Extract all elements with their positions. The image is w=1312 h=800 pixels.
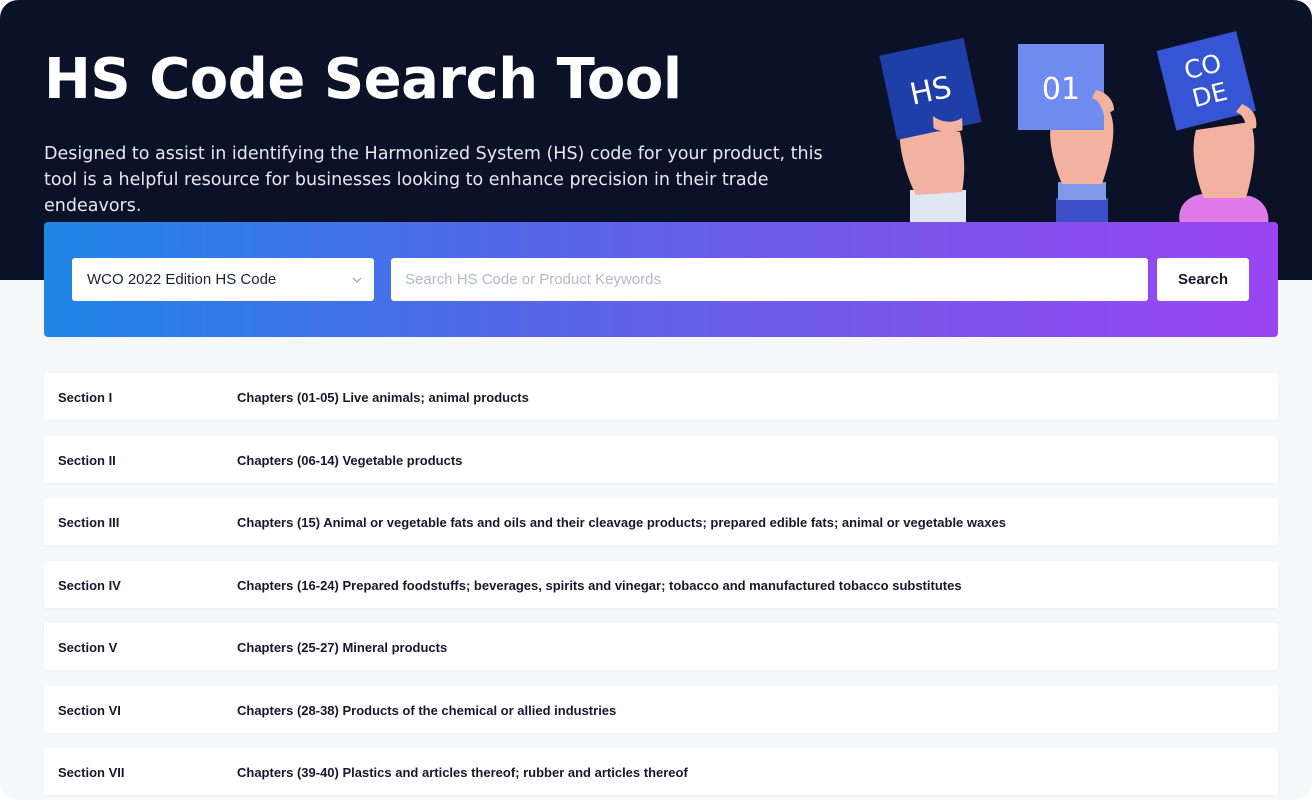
section-label: Section VII xyxy=(58,765,125,780)
section-row-iii[interactable]: Section III Chapters (15) Animal or vege… xyxy=(44,498,1278,545)
section-row-i[interactable]: Section I Chapters (01-05) Live animals;… xyxy=(44,373,1278,420)
code-card-hand xyxy=(1179,122,1269,224)
section-label: Section VI xyxy=(58,702,121,718)
section-chapters: Chapters (06-14) Vegetable products xyxy=(237,452,463,468)
chevron-down-icon xyxy=(352,277,362,283)
section-label: Section V xyxy=(58,640,118,655)
section-row-iv[interactable]: Section IV Chapters (16-24) Prepared foo… xyxy=(44,560,1278,608)
page-title: HS Code Search Tool xyxy=(44,47,682,112)
section-row-ii[interactable]: Section II Chapters (06-14) Vegetable pr… xyxy=(44,435,1278,483)
section-row-v[interactable]: Section V Chapters (25-27) Mineral produ… xyxy=(44,623,1278,670)
hands-holding-cards-illustration: HS 01 CO DE xyxy=(870,20,1290,224)
section-chapters: Chapters (01-05) Live animals; animal pr… xyxy=(237,390,529,405)
section-row-vi[interactable]: Section VI Chapters (28-38) Products of … xyxy=(44,685,1278,733)
page-description: Designed to assist in identifying the Ha… xyxy=(44,144,823,216)
section-chapters: Chapters (16-24) Prepared foodstuffs; be… xyxy=(237,577,962,593)
page: HS Code Search Tool Designed to assist i… xyxy=(0,0,1312,800)
edition-select[interactable]: WCO 2022 Edition HS Code xyxy=(72,258,374,301)
edition-select-value: WCO 2022 Edition HS Code xyxy=(87,271,277,288)
section-chapters: Chapters (15) Animal or vegetable fats a… xyxy=(237,515,1006,530)
section-label: Section III xyxy=(58,515,120,530)
search-panel: WCO 2022 Edition HS Code Search xyxy=(44,222,1278,337)
section-row-vii[interactable]: Section VII Chapters (39-40) Plastics an… xyxy=(44,748,1278,795)
section-chapters: Chapters (39-40) Plastics and articles t… xyxy=(237,765,688,780)
section-label: Section I xyxy=(58,390,113,405)
section-chapters: Chapters (25-27) Mineral products xyxy=(237,640,448,655)
search-input[interactable] xyxy=(391,258,1148,301)
section-label: Section II xyxy=(58,452,116,468)
section-label: Section IV xyxy=(58,577,121,593)
search-button[interactable]: Search xyxy=(1157,258,1249,301)
section-chapters: Chapters (28-38) Products of the chemica… xyxy=(237,702,617,718)
01-card-label: 01 xyxy=(1042,72,1080,107)
